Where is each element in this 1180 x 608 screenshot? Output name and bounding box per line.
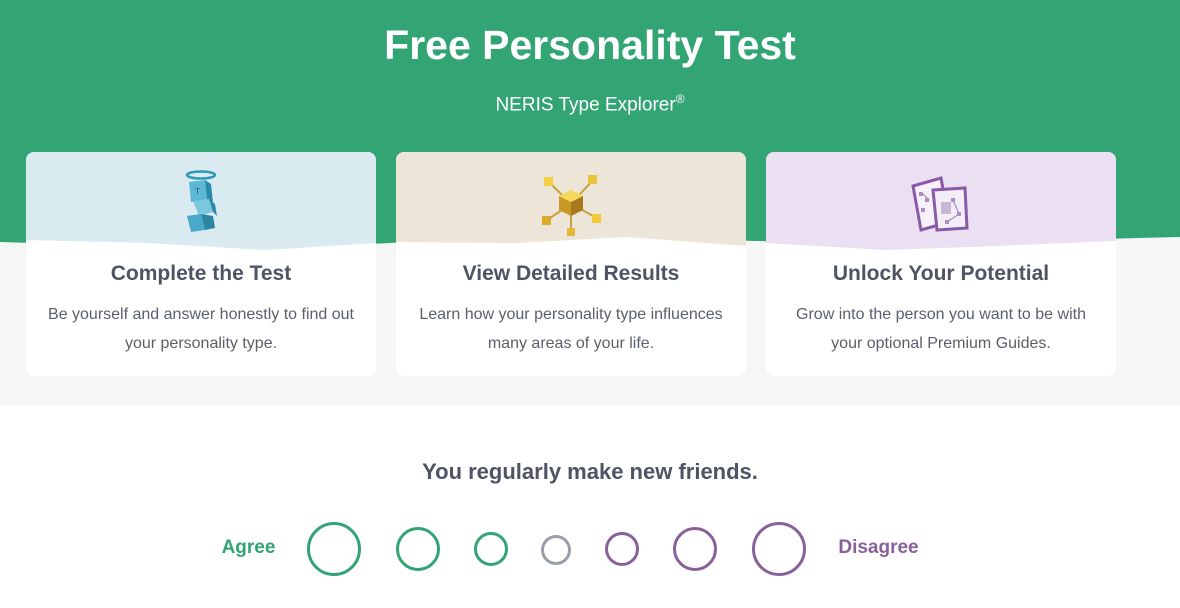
svg-text:T: T bbox=[194, 187, 200, 196]
question-text: You regularly make new friends. bbox=[422, 459, 758, 484]
registered-mark: ® bbox=[675, 92, 685, 106]
option-neutral[interactable] bbox=[541, 535, 571, 565]
option-strongly-agree[interactable] bbox=[307, 522, 361, 576]
option-agree[interactable] bbox=[396, 527, 440, 571]
page-title: Free Personality Test bbox=[384, 22, 796, 68]
subtitle-text: NERIS Type Explorer bbox=[495, 94, 676, 116]
option-disagree[interactable] bbox=[673, 527, 717, 571]
card-description: Be yourself and answer honestly to find … bbox=[48, 306, 354, 352]
golden-cubes-network-icon bbox=[542, 175, 601, 236]
feature-card-unlock-potential: Unlock Your Potential Grow into the pers… bbox=[766, 152, 1116, 376]
page-subtitle: NERIS Type Explorer® bbox=[0, 92, 1180, 116]
feature-card-complete-test: T Complete the Test Be yourself and answ… bbox=[26, 152, 376, 376]
purple-map-documents-icon bbox=[911, 176, 969, 232]
card-title: Complete the Test bbox=[110, 262, 292, 285]
disagree-label: Disagree bbox=[838, 537, 919, 558]
blue-block-figure-icon: T bbox=[185, 170, 217, 232]
card-title: View Detailed Results bbox=[462, 262, 680, 285]
option-slightly-disagree[interactable] bbox=[605, 532, 639, 566]
agree-label: Agree bbox=[221, 537, 276, 558]
option-slightly-agree[interactable] bbox=[474, 532, 508, 566]
card-description: Grow into the person you want to be with… bbox=[796, 306, 1086, 352]
card-description: Learn how your personality type influenc… bbox=[419, 306, 723, 352]
option-strongly-disagree[interactable] bbox=[752, 522, 806, 576]
hero-section: Free Personality Test NERIS Type Explore… bbox=[0, 0, 1180, 406]
feature-card-detailed-results: View Detailed Results Learn how your per… bbox=[396, 152, 746, 376]
card-title: Unlock Your Potential bbox=[832, 262, 1050, 285]
